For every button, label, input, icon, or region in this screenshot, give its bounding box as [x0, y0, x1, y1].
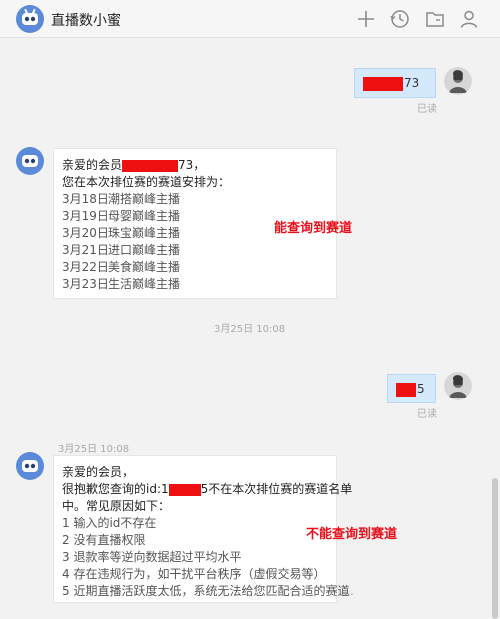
message-text: 73: [404, 76, 420, 90]
greeting-line: 亲爱的会员 73，: [62, 157, 328, 174]
reason-item: 4 存在违规行为，如干扰平台秩序（虚假交易等）: [62, 567, 326, 581]
apology-prefix: 很抱歉您查询的id:1: [62, 482, 169, 496]
schedule-row: 3月21日 进口巅峰主播: [62, 242, 328, 259]
schedule-event: 珠宝巅峰主播: [108, 226, 181, 240]
read-receipt: 已读: [417, 409, 437, 420]
reason-item: 5 近期直播活跃度太低，系统无法给您匹配合适的赛道: [62, 584, 350, 598]
schedule-row: 3月23日 生活巅峰主播: [62, 276, 328, 293]
read-receipt: 已读: [417, 104, 437, 115]
chat-header: 直播数小蜜: [0, 0, 500, 38]
history-icon[interactable]: [389, 8, 411, 30]
schedule-date: 3月23日: [62, 277, 109, 291]
annotation-not-found: 不能查询到赛道: [306, 527, 398, 542]
schedule-date: 3月21日: [62, 243, 109, 257]
rejection-message-card[interactable]: 亲爱的会员， 很抱歉您查询的id:1 5不在本次排位赛的赛道名单 中。常见原因如下…: [53, 455, 352, 603]
schedule-date: 3月19日: [62, 209, 109, 223]
redaction-mask: [168, 483, 201, 496]
robot-icon: [16, 452, 44, 480]
schedule-list: 3月18日 潮搭巅峰主播 3月19日 母婴巅峰主播 3月20日 珠宝巅峰主播 3月21日 进口…: [62, 191, 328, 293]
reason-item: 1 输入的id不存在: [62, 516, 157, 530]
plus-icon[interactable]: [355, 8, 377, 30]
reason-item: 2 没有直播权限: [62, 533, 146, 547]
intro-line: 您在本次排位赛的赛道安排为：: [62, 175, 231, 189]
outgoing-message-bubble[interactable]: 5: [387, 374, 436, 403]
greeting-line: 亲爱的会员，: [62, 465, 135, 479]
schedule-event: 潮搭巅峰主播: [108, 192, 181, 206]
schedule-event: 美食巅峰主播: [108, 260, 181, 274]
bot-avatar[interactable]: [16, 452, 44, 480]
apology-line: 很抱歉您查询的id:1 5不在本次排位赛的赛道名单: [62, 481, 352, 498]
bot-avatar[interactable]: [16, 147, 44, 175]
folder-icon[interactable]: [424, 8, 446, 30]
scrollbar[interactable]: [492, 478, 498, 619]
greeting-prefix: 亲爱的会员: [62, 158, 123, 172]
reasons-heading: 中。常见原因如下：: [62, 499, 171, 513]
schedule-event: 进口巅峰主播: [108, 243, 181, 257]
timestamp: 3月25日 10:08: [214, 324, 286, 335]
apology-suffix: 5不在本次排位赛的赛道名单: [200, 482, 353, 496]
redaction-mask: [122, 159, 179, 172]
schedule-event: 生活巅峰主播: [108, 277, 181, 291]
message-text: 5: [417, 382, 425, 396]
timestamp: 3月25日 10:08: [58, 444, 130, 455]
redaction-mask: [396, 382, 416, 397]
greeting-suffix: 73，: [178, 158, 206, 172]
schedule-event: 母婴巅峰主播: [108, 209, 181, 223]
schedule-date: 3月20日: [62, 226, 109, 240]
schedule-date: 3月18日: [62, 192, 109, 206]
bot-avatar[interactable]: [16, 5, 44, 33]
schedule-row: 3月22日 美食巅峰主播: [62, 259, 328, 276]
chat-title: 直播数小蜜: [51, 13, 121, 29]
outgoing-message-bubble[interactable]: 73: [354, 68, 436, 98]
reason-list: 1 输入的id不存在 2 没有直播权限 3 退款率等逆向数据超过平均水平 4 存在违规…: [62, 515, 350, 600]
more-options-icon[interactable]: ···: [344, 590, 354, 601]
reason-item: 3 退款率等逆向数据超过平均水平: [62, 550, 242, 564]
user-avatar[interactable]: [444, 372, 472, 400]
robot-icon: [16, 147, 44, 175]
user-icon[interactable]: [458, 8, 480, 30]
annotation-found: 能查询到赛道: [274, 221, 353, 236]
schedule-row: 3月18日 潮搭巅峰主播: [62, 191, 328, 208]
user-avatar[interactable]: [444, 67, 472, 95]
robot-icon: [16, 5, 44, 33]
schedule-date: 3月22日: [62, 260, 109, 274]
redaction-mask: [363, 76, 403, 91]
